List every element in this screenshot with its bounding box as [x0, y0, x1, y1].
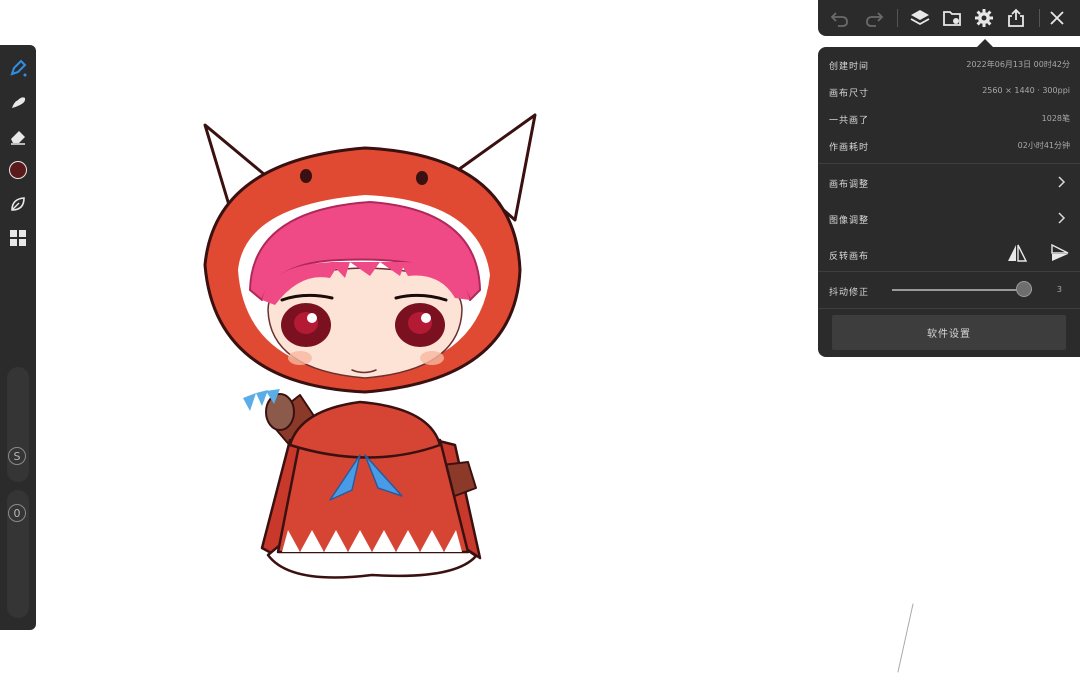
time-spent-value: 02小时41分钟 [1017, 141, 1070, 150]
smudge-icon[interactable] [5, 89, 31, 115]
eraser-icon[interactable] [5, 123, 31, 149]
flip-canvas-label: 反转画布 [829, 252, 870, 262]
canvas-adjust-label: 画布调整 [829, 180, 870, 190]
top-toolbar [818, 0, 1080, 36]
leaf-brush-icon[interactable] [5, 191, 31, 217]
opacity-slider-label: 0 [8, 504, 26, 522]
stabilizer-slider-thumb[interactable] [1016, 281, 1032, 297]
canvas-size-value: 2560 × 1440 · 300ppi [982, 86, 1070, 95]
stabilizer-slider-track[interactable] [892, 289, 1032, 291]
brush-icon[interactable] [5, 55, 31, 81]
image-adjust-row[interactable]: 图像调整 [818, 201, 1080, 235]
canvas-adjust-row[interactable]: 画布调整 [818, 165, 1080, 199]
gear-icon[interactable] [972, 6, 996, 30]
settings-popover: 创建时间 2022年06月13日 00时42分 画布尺寸 2560 × 1440… [818, 47, 1080, 357]
flip-vertical-icon[interactable] [1050, 243, 1070, 263]
popover-arrow [977, 39, 993, 47]
strokes-label: 一共画了 [829, 116, 870, 126]
redo-icon[interactable] [862, 6, 886, 30]
chevron-right-icon [1058, 176, 1066, 188]
stabilizer-label: 抖动修正 [829, 288, 870, 298]
close-icon[interactable] [1045, 6, 1069, 30]
strokes-value: 1028笔 [1041, 114, 1070, 123]
canvas-size-label: 画布尺寸 [829, 89, 870, 99]
color-swatch[interactable] [5, 157, 31, 183]
import-folder-icon[interactable] [940, 6, 964, 30]
left-toolbar: S 0 [0, 45, 36, 630]
flip-horizontal-icon[interactable] [1006, 243, 1028, 263]
stabilizer-value: 3 [1056, 285, 1062, 294]
created-value: 2022年06月13日 00时42分 [966, 60, 1070, 69]
image-adjust-label: 图像调整 [829, 216, 870, 226]
gallery-grid-icon[interactable] [5, 225, 31, 251]
flip-canvas-row: 反转画布 [818, 237, 1080, 271]
layers-icon[interactable] [908, 6, 932, 30]
artwork [203, 113, 914, 673]
size-slider-label: S [8, 447, 26, 465]
undo-icon[interactable] [828, 6, 852, 30]
chevron-right-icon [1058, 212, 1066, 224]
time-spent-label: 作画耗时 [829, 143, 870, 153]
share-icon[interactable] [1004, 6, 1028, 30]
software-settings-button[interactable]: 软件设置 [832, 315, 1066, 350]
created-label: 创建时间 [829, 62, 870, 72]
